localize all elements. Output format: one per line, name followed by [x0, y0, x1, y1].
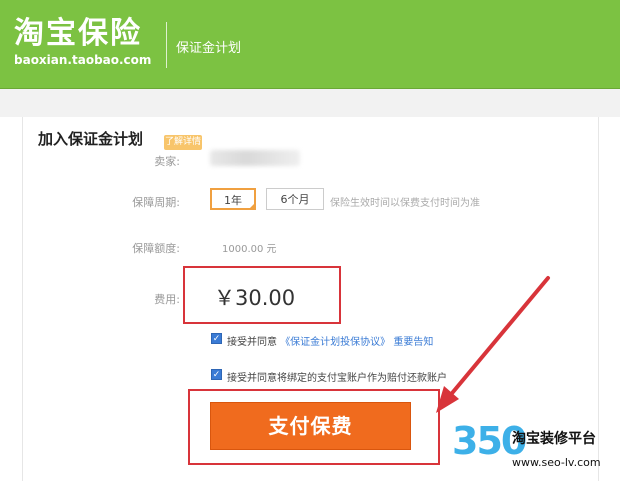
site-watermark: 350 淘宝装修平台 www.seo-lv.com: [452, 418, 618, 476]
watermark-url: www.seo-lv.com: [512, 456, 601, 469]
red-arrow-icon: [436, 276, 550, 413]
watermark-title: 淘宝装修平台: [512, 431, 596, 447]
